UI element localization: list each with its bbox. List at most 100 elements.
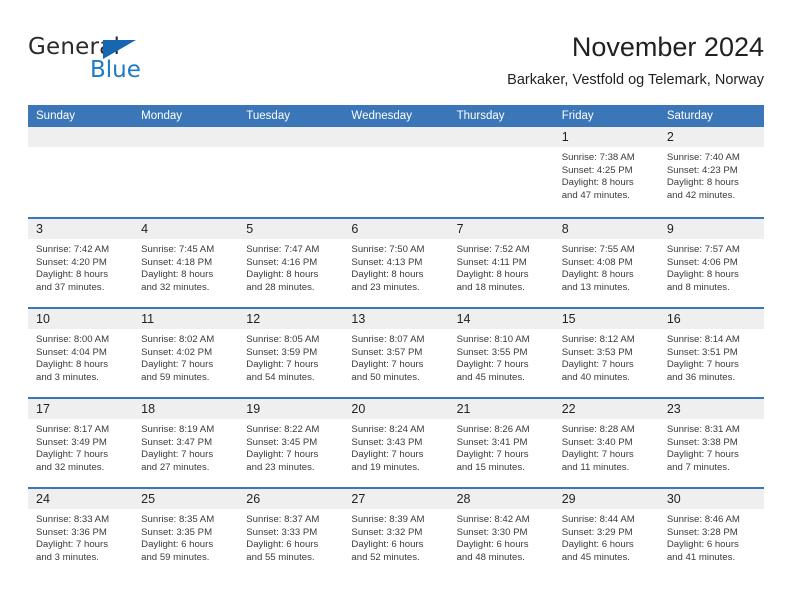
- day-cell[interactable]: 16 Sunrise: 8:14 AM Sunset: 3:51 PM Dayligh…: [658, 309, 764, 397]
- day-cell-empty: [343, 127, 449, 217]
- day-number: 16: [666, 312, 681, 326]
- day-number-band: 25: [133, 489, 239, 509]
- day-cell[interactable]: 23 Sunrise: 8:31 AM Sunset: 3:38 PM Dayligh…: [658, 399, 764, 487]
- daylight-text-line1: Daylight: 8 hours: [666, 269, 739, 281]
- sunrise-text: Sunrise: 8:33 AM: [36, 514, 110, 525]
- day-cell[interactable]: 11 Sunrise: 8:02 AM Sunset: 4:02 PM Dayligh…: [133, 309, 239, 397]
- day-number: 27: [351, 492, 366, 506]
- day-cell[interactable]: 28 Sunrise: 8:42 AM Sunset: 3:30 PM Dayligh…: [448, 489, 554, 577]
- day-number-band: 27: [343, 489, 449, 509]
- day-cell[interactable]: 14 Sunrise: 8:10 AM Sunset: 3:55 PM Dayligh…: [448, 309, 554, 397]
- day-sun-info: Sunrise: 8:42 AM Sunset: 3:30 PM Daylight:…: [449, 509, 554, 564]
- sunrise-text: Sunrise: 8:05 AM: [246, 334, 320, 345]
- day-sun-info: Sunrise: 8:46 AM Sunset: 3:28 PM Daylight:…: [659, 509, 764, 564]
- daylight-text-line1: Daylight: 7 hours: [561, 359, 634, 371]
- day-sun-info: Sunrise: 8:02 AM Sunset: 4:02 PM Daylight:…: [133, 329, 238, 384]
- day-sun-info: Sunrise: 8:17 AM Sunset: 3:49 PM Daylight:…: [28, 419, 133, 474]
- day-number-band: 28: [448, 489, 554, 509]
- sunrise-text: Sunrise: 8:14 AM: [666, 334, 740, 345]
- daylight-text-line1: Daylight: 6 hours: [246, 539, 319, 551]
- day-cell[interactable]: 18 Sunrise: 8:19 AM Sunset: 3:47 PM Dayligh…: [133, 399, 239, 487]
- day-cell-empty: [133, 127, 239, 217]
- day-sun-info: Sunrise: 7:38 AM Sunset: 4:25 PM Daylight:…: [554, 147, 659, 202]
- weekday-header-saturday: Saturday: [666, 110, 713, 122]
- sunset-text: Sunset: 3:28 PM: [666, 526, 738, 538]
- day-sun-info: Sunrise: 8:14 AM Sunset: 3:51 PM Daylight:…: [659, 329, 764, 384]
- day-cell-empty: [448, 127, 554, 217]
- daylight-text-line1: Daylight: 7 hours: [666, 449, 739, 461]
- sunrise-text: Sunrise: 8:31 AM: [666, 424, 740, 435]
- week-row: 3 Sunrise: 7:42 AM Sunset: 4:20 PM Daylight…: [28, 217, 764, 307]
- page-title: November 2024: [571, 32, 764, 62]
- sunrise-text: Sunrise: 7:45 AM: [141, 244, 215, 255]
- daylight-text-line1: Daylight: 8 hours: [456, 269, 529, 281]
- day-number: 24: [36, 492, 50, 506]
- day-number-band: 16: [658, 309, 764, 329]
- daylight-text-line2: and 19 minutes.: [351, 461, 420, 473]
- sunset-text: Sunset: 4:25 PM: [561, 164, 633, 176]
- day-cell[interactable]: 15 Sunrise: 8:12 AM Sunset: 3:53 PM Dayligh…: [553, 309, 659, 397]
- sunrise-text: Sunrise: 7:40 AM: [666, 152, 740, 163]
- daylight-text-line1: Daylight: 6 hours: [561, 539, 634, 551]
- daylight-text-line2: and 55 minutes.: [246, 551, 315, 563]
- day-cell[interactable]: 25 Sunrise: 8:35 AM Sunset: 3:35 PM Dayligh…: [133, 489, 239, 577]
- daylight-text-line2: and 45 minutes.: [561, 551, 630, 563]
- day-cell[interactable]: 27 Sunrise: 8:39 AM Sunset: 3:32 PM Dayligh…: [343, 489, 449, 577]
- daylight-text-line2: and 11 minutes.: [561, 461, 630, 473]
- daylight-text-line2: and 59 minutes.: [141, 371, 210, 383]
- day-cell[interactable]: 2 Sunrise: 7:40 AM Sunset: 4:23 PM Daylight…: [658, 127, 764, 217]
- sunset-text: Sunset: 4:18 PM: [141, 256, 213, 268]
- day-cell[interactable]: 26 Sunrise: 8:37 AM Sunset: 3:33 PM Dayligh…: [238, 489, 344, 577]
- daylight-text-line1: Daylight: 8 hours: [36, 359, 108, 371]
- brand-name-blue: Blue: [90, 57, 141, 83]
- sunset-text: Sunset: 3:30 PM: [456, 526, 528, 538]
- day-cell[interactable]: 13 Sunrise: 8:07 AM Sunset: 3:57 PM Dayligh…: [343, 309, 449, 397]
- day-number: 1: [561, 130, 569, 144]
- sunrise-text: Sunrise: 8:37 AM: [246, 514, 320, 525]
- sunset-text: Sunset: 3:29 PM: [561, 526, 633, 538]
- day-number-band: 9: [658, 219, 764, 239]
- weekday-header-sunday: Sunday: [36, 110, 76, 122]
- day-cell[interactable]: 3 Sunrise: 7:42 AM Sunset: 4:20 PM Daylight…: [28, 219, 134, 307]
- day-cell[interactable]: 6 Sunrise: 7:50 AM Sunset: 4:13 PM Daylight…: [343, 219, 449, 307]
- day-sun-info: Sunrise: 7:45 AM Sunset: 4:18 PM Daylight:…: [133, 239, 238, 294]
- day-cell[interactable]: 12 Sunrise: 8:05 AM Sunset: 3:59 PM Dayligh…: [238, 309, 344, 397]
- sunset-text: Sunset: 4:23 PM: [666, 164, 738, 176]
- day-sun-info: Sunrise: 8:35 AM Sunset: 3:35 PM Daylight:…: [133, 509, 238, 564]
- day-cell[interactable]: 29 Sunrise: 8:44 AM Sunset: 3:29 PM Dayligh…: [553, 489, 659, 577]
- brand-logo[interactable]: General Blue: [28, 34, 228, 90]
- daylight-text-line1: Daylight: 8 hours: [246, 269, 319, 281]
- day-number-band: 3: [28, 219, 134, 239]
- day-number: 29: [561, 492, 576, 506]
- sunrise-text: Sunrise: 8:12 AM: [561, 334, 635, 345]
- day-cell[interactable]: 9 Sunrise: 7:57 AM Sunset: 4:06 PM Daylight…: [658, 219, 764, 307]
- day-number: 26: [246, 492, 261, 506]
- daylight-text-line1: Daylight: 7 hours: [561, 449, 634, 461]
- day-cell[interactable]: 1 Sunrise: 7:38 AM Sunset: 4:25 PM Daylight…: [553, 127, 659, 217]
- sunset-text: Sunset: 4:04 PM: [36, 346, 107, 358]
- day-number-band: 2: [658, 127, 764, 147]
- day-cell[interactable]: 8 Sunrise: 7:55 AM Sunset: 4:08 PM Daylight…: [553, 219, 659, 307]
- sunset-text: Sunset: 4:13 PM: [351, 256, 423, 268]
- day-sun-info: Sunrise: 8:44 AM Sunset: 3:29 PM Daylight:…: [554, 509, 659, 564]
- sunset-text: Sunset: 3:40 PM: [561, 436, 633, 448]
- sunrise-text: Sunrise: 8:00 AM: [36, 334, 110, 345]
- day-cell[interactable]: 21 Sunrise: 8:26 AM Sunset: 3:41 PM Dayligh…: [448, 399, 554, 487]
- day-cell[interactable]: 19 Sunrise: 8:22 AM Sunset: 3:45 PM Dayligh…: [238, 399, 344, 487]
- day-cell[interactable]: 17 Sunrise: 8:17 AM Sunset: 3:49 PM Dayligh…: [28, 399, 134, 487]
- daylight-text-line1: Daylight: 8 hours: [141, 269, 214, 281]
- day-cell[interactable]: 4 Sunrise: 7:45 AM Sunset: 4:18 PM Daylight…: [133, 219, 239, 307]
- day-sun-info: Sunrise: 8:10 AM Sunset: 3:55 PM Daylight:…: [449, 329, 554, 384]
- daylight-text-line1: Daylight: 7 hours: [141, 359, 214, 371]
- sunset-text: Sunset: 3:36 PM: [36, 526, 107, 538]
- day-cell[interactable]: 5 Sunrise: 7:47 AM Sunset: 4:16 PM Daylight…: [238, 219, 344, 307]
- daylight-text-line2: and 23 minutes.: [246, 461, 315, 473]
- day-cell[interactable]: 24 Sunrise: 8:33 AM Sunset: 3:36 PM Dayligh…: [28, 489, 134, 577]
- day-cell[interactable]: 7 Sunrise: 7:52 AM Sunset: 4:11 PM Daylight…: [448, 219, 554, 307]
- daylight-text-line1: Daylight: 7 hours: [36, 539, 108, 551]
- day-cell[interactable]: 20 Sunrise: 8:24 AM Sunset: 3:43 PM Dayligh…: [343, 399, 449, 487]
- day-cell[interactable]: 30 Sunrise: 8:46 AM Sunset: 3:28 PM Dayligh…: [658, 489, 764, 577]
- day-cell[interactable]: 22 Sunrise: 8:28 AM Sunset: 3:40 PM Dayligh…: [553, 399, 659, 487]
- day-cell[interactable]: 10 Sunrise: 8:00 AM Sunset: 4:04 PM Dayligh…: [28, 309, 134, 397]
- sunrise-text: Sunrise: 7:52 AM: [456, 244, 530, 255]
